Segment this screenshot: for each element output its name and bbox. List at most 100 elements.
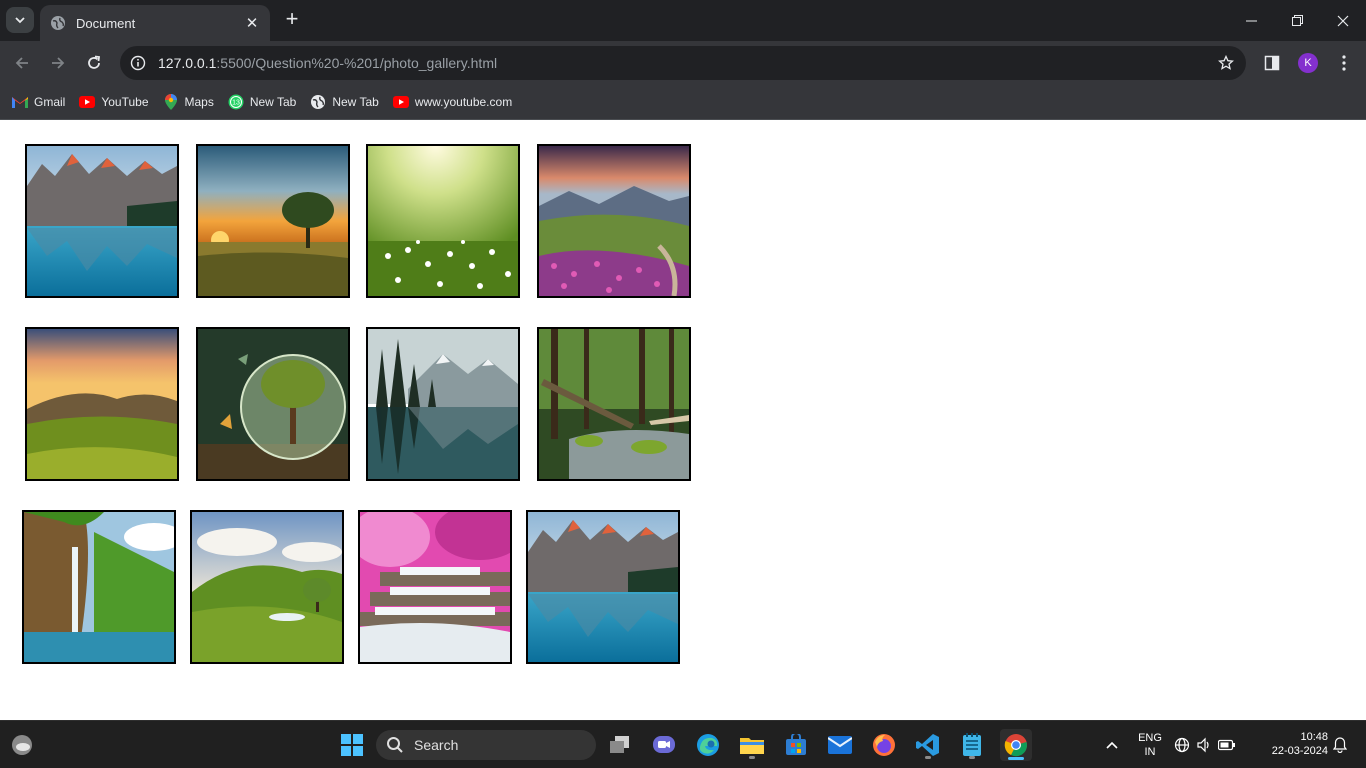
taskbar-search[interactable]: Search — [376, 730, 596, 760]
restore-button[interactable] — [1274, 0, 1320, 41]
bookmark-star-button[interactable] — [1206, 55, 1246, 71]
battery-icon — [1218, 739, 1235, 751]
kebab-menu-icon — [1342, 55, 1346, 71]
side-panel-icon — [1264, 55, 1280, 71]
close-window-button[interactable] — [1320, 0, 1366, 41]
bookmark-label: YouTube — [101, 95, 149, 109]
show-hidden-icons-button[interactable] — [1096, 729, 1128, 761]
site-info-icon[interactable] — [130, 55, 146, 71]
photo-golden-hills[interactable] — [25, 327, 179, 481]
clock[interactable]: 10:48 22-03-2024 — [1256, 730, 1328, 758]
bookmark-gmail[interactable]: Gmail — [8, 89, 69, 115]
notepad-button[interactable] — [956, 729, 988, 761]
avatar: K — [1298, 53, 1318, 73]
bookmark-label: Gmail — [34, 95, 66, 109]
photo-pink-waterfall[interactable] — [358, 510, 512, 664]
folder-icon — [740, 738, 764, 754]
restore-icon — [1291, 15, 1303, 26]
running-indicator — [749, 756, 755, 759]
file-explorer-button[interactable] — [736, 729, 768, 761]
gmail-icon — [12, 94, 28, 110]
tab-title: Document — [76, 15, 136, 31]
input-language[interactable]: ENG IN — [1134, 731, 1166, 759]
running-indicator — [925, 756, 931, 759]
bookmark-new-tab-1[interactable]: 13 New Tab — [224, 89, 300, 115]
teams-button[interactable] — [648, 729, 680, 761]
tab-search-button[interactable] — [6, 7, 34, 33]
photo-glass-sphere[interactable] — [196, 327, 350, 481]
chevron-up-icon — [1106, 741, 1118, 749]
clock-time: 10:48 — [1300, 731, 1328, 743]
firefox-button[interactable] — [868, 729, 900, 761]
clock-date: 22-03-2024 — [1271, 745, 1328, 757]
bookmark-new-tab-2[interactable]: New Tab — [306, 89, 382, 115]
vscode-button[interactable] — [912, 729, 944, 761]
back-button[interactable] — [8, 49, 36, 77]
notification-bell-icon — [1333, 737, 1347, 753]
page-content — [0, 121, 1366, 720]
widgets-button[interactable] — [6, 729, 38, 761]
photo-green-valley[interactable] — [190, 510, 344, 664]
photo-forest-lake[interactable] — [366, 327, 520, 481]
notifications-button[interactable] — [1330, 729, 1350, 761]
firefox-icon — [873, 734, 895, 756]
region-code: IN — [1144, 746, 1156, 758]
photo-sunny-meadow[interactable] — [366, 144, 520, 298]
store-button[interactable] — [780, 729, 812, 761]
mail-icon — [828, 736, 852, 754]
photo-mountain-lake[interactable] — [25, 144, 179, 298]
reload-button[interactable] — [80, 49, 108, 77]
task-view-button[interactable] — [604, 729, 636, 761]
whatsapp-badge: 13 — [232, 100, 240, 107]
bookmark-label: New Tab — [249, 95, 297, 109]
search-icon — [387, 737, 403, 753]
photo-flower-valley[interactable] — [537, 144, 691, 298]
chrome-icon — [1004, 734, 1027, 757]
bookmark-maps[interactable]: Maps — [159, 89, 218, 115]
maps-icon — [163, 94, 179, 110]
running-indicator — [969, 756, 975, 759]
whatsapp-icon: 13 — [228, 94, 244, 110]
tab-close-icon[interactable]: ✕ — [244, 14, 260, 32]
youtube-icon — [392, 94, 409, 110]
photo-forest-stream[interactable] — [537, 327, 691, 481]
arrow-left-icon — [15, 57, 28, 69]
new-tab-button[interactable]: + — [280, 8, 304, 32]
bookmark-youtube[interactable]: YouTube — [75, 89, 152, 115]
chevron-down-icon — [15, 17, 25, 24]
browser-toolbar: 127.0.0.1:5500/Question%20-%201/photo_ga… — [0, 41, 1366, 85]
url-text: 127.0.0.1:5500/Question%20-%201/photo_ga… — [158, 55, 1206, 71]
photo-mountain-lake-2[interactable] — [526, 510, 680, 664]
profile-button[interactable]: K — [1294, 49, 1322, 77]
star-icon — [1218, 55, 1234, 70]
notepad-icon — [963, 733, 981, 756]
mail-button[interactable] — [824, 729, 856, 761]
bookmark-youtube-2[interactable]: www.youtube.com — [389, 89, 516, 115]
quick-settings-button[interactable] — [1172, 729, 1238, 761]
language-code: ENG — [1138, 732, 1162, 744]
browser-tab[interactable]: Document ✕ — [40, 5, 270, 41]
active-indicator — [1008, 757, 1024, 760]
url-path: :5500/Question%20-%201/photo_gallery.htm… — [216, 55, 498, 71]
store-icon — [786, 734, 806, 755]
side-panel-button[interactable] — [1258, 49, 1286, 77]
bookmark-label: Maps — [184, 95, 214, 109]
browser-titlebar: Document ✕ + — [0, 0, 1366, 41]
weather-icon — [12, 735, 32, 755]
search-label: Search — [414, 737, 459, 753]
chrome-button[interactable] — [1000, 729, 1032, 761]
forward-button[interactable] — [44, 49, 72, 77]
minimize-icon — [1245, 20, 1257, 22]
bookmark-label: New Tab — [332, 95, 379, 109]
bookmark-label: www.youtube.com — [414, 95, 513, 109]
start-button[interactable] — [336, 729, 368, 761]
reload-icon — [88, 55, 101, 69]
menu-button[interactable] — [1330, 49, 1358, 77]
photo-sunset-tree[interactable] — [196, 144, 350, 298]
edge-button[interactable] — [692, 729, 724, 761]
url-host: 127.0.0.1 — [158, 55, 217, 71]
minimize-button[interactable] — [1228, 0, 1274, 41]
arrow-right-icon — [52, 57, 65, 69]
photo-waterfall-cliff[interactable] — [22, 510, 176, 664]
address-bar[interactable]: 127.0.0.1:5500/Question%20-%201/photo_ga… — [120, 46, 1246, 80]
